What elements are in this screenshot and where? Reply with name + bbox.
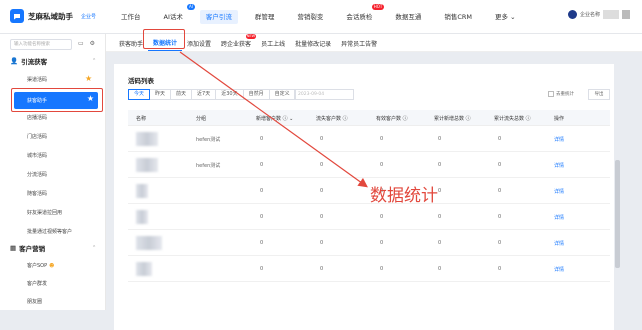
hot-badge: HOT xyxy=(371,4,385,10)
filter-today[interactable]: 今天 xyxy=(128,89,151,100)
checkbox-box[interactable] xyxy=(548,91,554,97)
details-link[interactable]: 详情 xyxy=(554,214,564,221)
redacted-name xyxy=(136,236,162,250)
people-icon: 👤 xyxy=(10,57,19,65)
top-navigation-bar: 芝麻私域助手 企业号 工作台 AI话术 AI 客户引流 群管理 营销裂变 会话质检… xyxy=(0,0,642,34)
filter-yesterday[interactable]: 昨天 xyxy=(149,89,172,100)
sidebar-item-moments[interactable]: 朋友圈 xyxy=(27,298,42,305)
date-picker-input[interactable]: 2023-09-04 xyxy=(294,89,354,100)
vertical-scrollbar[interactable] xyxy=(615,160,620,268)
col-total-lost: 累计流失总数 ⓘ xyxy=(494,116,531,122)
col-group: 分组 xyxy=(196,116,207,122)
nav-marketing-fission[interactable]: 营销裂变 xyxy=(291,10,329,24)
sidebar-search-input[interactable]: 输入功能名称搜索 xyxy=(10,39,72,50)
filter-last-30-days[interactable]: 近30天 xyxy=(215,89,244,100)
tab-abnormal-employee-alert[interactable]: 异常员工告警 xyxy=(336,39,382,51)
col-name: 名称 xyxy=(136,116,147,122)
col-lost-customers: 流失客户数 ⓘ xyxy=(316,116,348,122)
export-button[interactable]: 导出 xyxy=(588,89,610,100)
ai-badge: AI xyxy=(186,4,195,10)
sidebar-item-follow-code[interactable]: 随客活码 xyxy=(27,190,47,197)
redacted-name xyxy=(136,210,148,224)
details-link[interactable]: 详情 xyxy=(554,240,564,247)
emoji-icon: ☻ xyxy=(49,263,55,269)
nav-ai-script[interactable]: AI话术 AI xyxy=(158,4,195,24)
filter-day-before[interactable]: 前天 xyxy=(170,89,193,100)
doc-icon[interactable]: ▭ xyxy=(78,40,84,47)
nav-more[interactable]: 更多 ⌄ xyxy=(489,10,522,24)
sidebar-item-channel-code[interactable]: 渠道活码 ★ xyxy=(27,74,92,83)
tab-employee-online[interactable]: 员工上线 xyxy=(256,39,290,51)
tab-cross-enterprise[interactable]: 跨企业获客 NEW xyxy=(216,34,257,51)
details-link[interactable]: 详情 xyxy=(554,266,564,273)
sidebar: 输入功能名称搜索 ▭ ⚙ 👤 引流获客 ⌃ 渠道活码 ★ 获客助手 ★ 店播活码 … xyxy=(0,34,106,310)
app-tag: 企业号 xyxy=(81,13,97,20)
col-new-customers[interactable]: 新增客户数 ⓘ ⌄ xyxy=(256,115,293,122)
table-row: 0 0 0 0 0 详情 xyxy=(128,204,610,230)
annotation-label: 数据统计 xyxy=(370,186,438,206)
details-link[interactable]: 详情 xyxy=(554,136,564,143)
tab-add-settings[interactable]: 添加设置 xyxy=(182,39,216,51)
settings-icon[interactable]: ⚙ xyxy=(90,40,95,47)
filter-natural-month[interactable]: 自然月 xyxy=(242,89,270,100)
nav-sales-crm[interactable]: 销售CRM xyxy=(438,10,478,24)
details-link[interactable]: 详情 xyxy=(554,162,564,169)
grid-icon: ▦ xyxy=(10,244,17,252)
table-header: 名称 分组 新增客户数 ⓘ ⌄ 流失客户数 ⓘ 有效客户数 ⓘ 累计新增总数 ⓘ… xyxy=(128,110,610,126)
sidebar-item-city-code[interactable]: 城市活码 xyxy=(27,152,47,159)
nav-group-management[interactable]: 群管理 xyxy=(249,10,281,24)
filter-last-7-days[interactable]: 近7天 xyxy=(191,89,217,100)
sidebar-item-store-code[interactable]: 门店活码 xyxy=(27,133,47,140)
redacted-block xyxy=(603,10,619,19)
table-row: hefen测试 0 0 0 0 0 详情 xyxy=(128,152,610,178)
sidebar-group-marketing[interactable]: ▦ 客户营销 ⌃ xyxy=(10,243,96,253)
chevron-up-icon: ⌃ xyxy=(92,58,97,64)
sidebar-item-customer-broadcast[interactable]: 客户群发 xyxy=(27,280,47,287)
star-icon: ★ xyxy=(85,74,93,83)
table-row: 0 0 0 0 0 详情 xyxy=(128,230,610,256)
app-logo[interactable]: 芝麻私域助手 企业号 xyxy=(10,9,96,23)
highlight-box-sidebar xyxy=(11,88,103,112)
redacted-name xyxy=(136,158,158,172)
card-title: 活码列表 xyxy=(128,77,154,85)
redacted-name xyxy=(136,184,148,198)
filter-custom[interactable]: 自定义 xyxy=(268,89,296,100)
redacted-name xyxy=(136,132,158,146)
details-link[interactable]: 详情 xyxy=(554,188,564,195)
user-name: 企业名称 xyxy=(579,12,600,18)
app-title: 芝麻私域助手 xyxy=(28,11,73,21)
sidebar-item-batch-pass[interactable]: 批量通过视频等客户 xyxy=(27,228,72,235)
highlight-box-tab xyxy=(143,29,185,49)
tab-batch-modify-log[interactable]: 批量修改记录 xyxy=(290,39,336,51)
redacted-block xyxy=(622,10,630,19)
user-menu[interactable]: 企业名称 xyxy=(567,10,630,19)
nav-data-interop[interactable]: 数据互通 xyxy=(389,10,427,24)
sidebar-item-split-code[interactable]: 分流活码 xyxy=(27,171,47,178)
sidebar-item-friend-channel[interactable]: 好友渠道拉回用 xyxy=(27,209,62,216)
chevron-up-icon: ⌃ xyxy=(92,245,97,251)
avatar xyxy=(567,10,577,19)
redacted-name xyxy=(136,262,152,276)
col-total-new: 累计新增总数 ⓘ xyxy=(434,116,471,122)
logo-icon xyxy=(10,9,24,23)
date-filter-group: 今天 昨天 前天 近7天 近30天 自然月 自定义 xyxy=(128,89,296,100)
code-list-card: 活码列表 今天 昨天 前天 近7天 近30天 自然月 自定义 2023-09-0… xyxy=(114,64,614,330)
col-actions: 操作 xyxy=(554,116,565,122)
sidebar-item-customer-sop[interactable]: 客户SOP ☻ xyxy=(27,262,54,269)
col-valid-customers: 有效客户数 ⓘ xyxy=(376,116,408,122)
main-content: 获客助手 数据统计 添加设置 跨企业获客 NEW 员工上线 批量修改记录 异常员工… xyxy=(106,34,642,330)
nav-session-inspection[interactable]: 会话质检 HOT xyxy=(340,4,385,24)
sidebar-group-acquisition[interactable]: 👤 引流获客 ⌃ xyxy=(10,56,96,66)
new-badge: NEW xyxy=(245,34,257,39)
nav-workbench[interactable]: 工作台 xyxy=(115,10,147,24)
table-row: hefen测试 0 0 0 0 0 详情 xyxy=(128,126,610,152)
nav-customer-acquisition[interactable]: 客户引流 xyxy=(199,10,238,24)
sidebar-item-store-live[interactable]: 店播活码 xyxy=(27,114,47,121)
table-row: 0 0 0 0 0 详情 xyxy=(128,256,610,282)
table-row: 0 0 0 0 0 详情 xyxy=(128,178,610,204)
sidebar-tools: ▭ ⚙ xyxy=(78,40,95,47)
sub-tabs: 获客助手 数据统计 添加设置 跨企业获客 NEW 员工上线 批量修改记录 异常员工… xyxy=(106,34,642,52)
dedupe-checkbox[interactable]: 去重统计 xyxy=(548,91,574,97)
